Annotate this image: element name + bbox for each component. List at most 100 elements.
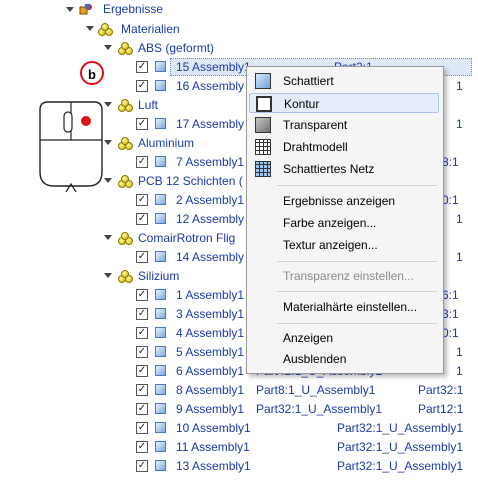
assembly-name[interactable]: 10 Assembly1	[176, 419, 251, 437]
row-checkbox[interactable]: ✓	[136, 194, 148, 206]
assembly-part-column: Part8:1_U_Assembly1	[256, 383, 376, 397]
part-cube-icon	[155, 194, 166, 205]
assembly-ref-column: 1	[456, 79, 463, 93]
row-checkbox[interactable]: ✓	[136, 346, 148, 358]
expand-arrow-icon[interactable]	[66, 7, 74, 12]
row-checkbox[interactable]: ✓	[136, 460, 148, 472]
menu-item-shaded[interactable]: Schattiert	[249, 71, 439, 91]
row-checkbox[interactable]: ✓	[136, 213, 148, 225]
part-cube-icon	[155, 308, 166, 319]
expand-arrow-icon[interactable]	[104, 45, 112, 50]
group-abs[interactable]: ABS (geformt)	[138, 39, 214, 57]
part-cube-icon	[155, 289, 166, 300]
step-badge: b	[80, 61, 104, 85]
row-checkbox[interactable]: ✓	[136, 422, 148, 434]
menu-separator	[277, 185, 437, 186]
row-checkbox[interactable]: ✓	[136, 365, 148, 377]
assembly-name[interactable]: 7 Assembly1	[176, 153, 244, 171]
assembly-part-column: Part32:1_U_Assembly1	[256, 402, 383, 416]
assembly-name[interactable]: 13 Assembly1	[176, 457, 251, 475]
contour-view-icon	[256, 96, 272, 112]
assembly-name[interactable]: 16 Assembly	[176, 77, 244, 95]
menu-separator	[277, 323, 437, 324]
menu-item-shaded-mesh[interactable]: Schattiertes Netz	[249, 159, 439, 179]
part-cube-icon	[155, 156, 166, 167]
part-cube-icon	[155, 365, 166, 376]
part-cube-icon	[155, 327, 166, 338]
assembly-name[interactable]: 14 Assembly	[176, 248, 244, 266]
part-cube-icon	[155, 422, 166, 433]
assembly-name[interactable]: 6 Assembly1	[176, 362, 244, 380]
row-checkbox[interactable]: ✓	[136, 441, 148, 453]
row-checkbox[interactable]: ✓	[136, 289, 148, 301]
material-group-icon	[118, 42, 133, 55]
menu-item-transparent[interactable]: Transparent	[249, 115, 439, 135]
assembly-name[interactable]: 3 Assembly1	[176, 305, 244, 323]
expand-arrow-icon[interactable]	[104, 273, 112, 278]
assembly-name[interactable]: 11 Assembly1	[176, 438, 250, 456]
row-checkbox[interactable]: ✓	[136, 403, 148, 415]
assembly-name[interactable]: 8 Assembly1	[176, 381, 244, 399]
material-group-icon	[118, 99, 133, 112]
group-luft[interactable]: Luft	[138, 96, 158, 114]
assembly-ref-column: 0:1	[442, 193, 459, 207]
menu-item-set-transparency: Transparenz einstellen...	[283, 269, 414, 283]
assembly-name[interactable]: 1 Assembly1	[176, 286, 244, 304]
menu-separator	[277, 261, 437, 262]
row-checkbox[interactable]: ✓	[136, 251, 148, 263]
group-pcb[interactable]: PCB 12 Schichten (	[138, 172, 243, 190]
part-cube-icon	[155, 118, 166, 129]
row-checkbox[interactable]: ✓	[136, 61, 148, 73]
expand-arrow-icon[interactable]	[86, 26, 94, 31]
part-cube-icon	[155, 80, 166, 91]
menu-item-set-material-hardness[interactable]: Materialhärte einstellen...	[249, 297, 439, 317]
group-comair[interactable]: ComairRotron Flig	[138, 229, 235, 247]
assembly-name[interactable]: 5 Assembly1	[176, 343, 244, 361]
assembly-ref-column: 3:1	[442, 307, 459, 321]
assembly-ref-column: 8:1	[442, 155, 459, 169]
assembly-ref-column: 1	[456, 212, 463, 226]
menu-item-show[interactable]: Anzeigen	[249, 328, 439, 348]
assembly-name[interactable]: 12 Assembly	[176, 210, 244, 228]
assembly-name[interactable]: 15 Assembly1	[176, 58, 251, 76]
group-aluminium[interactable]: Aluminium	[138, 134, 194, 152]
assembly-name[interactable]: 9 Assembly1	[176, 400, 244, 418]
row-checkbox[interactable]: ✓	[136, 308, 148, 320]
materials-icon	[98, 23, 113, 36]
assembly-ref-column: Part32:1_U_Assembly1	[337, 440, 464, 454]
part-cube-icon	[155, 213, 166, 224]
row-checkbox[interactable]: ✓	[136, 156, 148, 168]
shaded-mesh-icon	[255, 161, 271, 177]
assembly-ref-column: 6:1	[442, 288, 459, 302]
menu-item-hide[interactable]: Ausblenden	[249, 349, 439, 369]
assembly-name[interactable]: 17 Assembly	[176, 115, 244, 133]
part-cube-icon	[155, 384, 166, 395]
menu-item-show-texture[interactable]: Textur anzeigen...	[249, 235, 439, 255]
assembly-ref-column: 1	[456, 364, 463, 378]
row-checkbox[interactable]: ✓	[136, 327, 148, 339]
menu-separator	[277, 291, 437, 292]
group-silizium[interactable]: Silizium	[138, 267, 179, 285]
assembly-ref-column: Part12:1	[418, 402, 464, 416]
menu-item-contour[interactable]: Kontur	[249, 93, 439, 113]
part-cube-icon	[155, 460, 166, 471]
menu-item-show-color[interactable]: Farbe anzeigen...	[249, 213, 439, 233]
part-cube-icon	[155, 441, 166, 452]
menu-item-show-results[interactable]: Ergebnisse anzeigen	[249, 191, 439, 211]
shaded-view-icon	[255, 73, 271, 89]
row-checkbox[interactable]: ✓	[136, 384, 148, 396]
assembly-ref-column: 0:1	[442, 326, 459, 340]
expand-arrow-icon[interactable]	[104, 235, 112, 240]
context-menu: Schattiert Kontur Transparent Drahtmodel…	[246, 66, 444, 374]
menu-item-wireframe[interactable]: Drahtmodell	[249, 137, 439, 157]
material-group-icon	[118, 137, 133, 150]
tree-materials-label[interactable]: Materialien	[121, 20, 180, 38]
assembly-name[interactable]: 4 Assembly1	[176, 324, 244, 342]
transparent-view-icon	[255, 117, 271, 133]
row-checkbox[interactable]: ✓	[136, 80, 148, 92]
row-checkbox[interactable]: ✓	[136, 118, 148, 130]
material-group-icon	[118, 175, 133, 188]
tree-root-label[interactable]: Ergebnisse	[103, 0, 163, 18]
assembly-name[interactable]: 2 Assembly1	[176, 191, 244, 209]
part-cube-icon	[155, 346, 166, 357]
